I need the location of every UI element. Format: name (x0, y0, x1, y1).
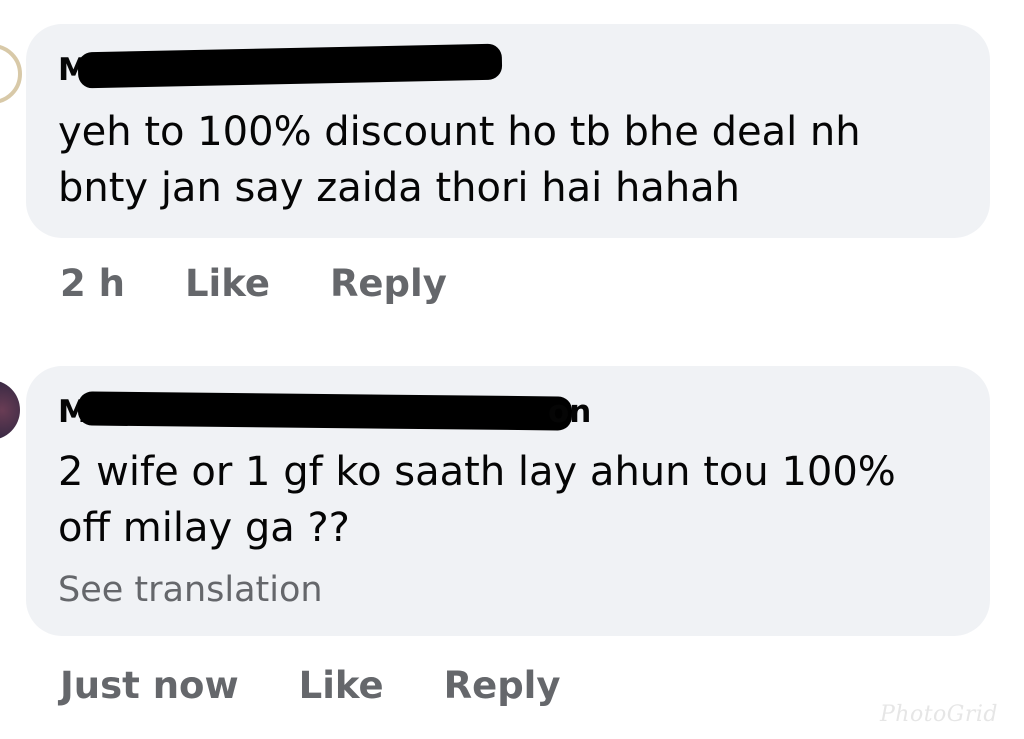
comments-screen: M yeh to 100% discount ho tb bhe deal nh… (0, 0, 1024, 739)
like-button[interactable]: Like (299, 664, 384, 707)
comment-actions: 2 h Like Reply (60, 262, 507, 305)
redaction-mark (77, 43, 503, 89)
comment-timestamp[interactable]: 2 h (60, 262, 125, 305)
comment-text: 2 wife or 1 gf ko saath lay ahun tou 100… (58, 449, 896, 551)
comment-author-tail[interactable]: on (548, 394, 591, 430)
like-button[interactable]: Like (185, 262, 270, 305)
redaction-mark (77, 391, 573, 431)
avatar[interactable] (0, 44, 22, 104)
comment-text: yeh to 100% discount ho tb bhe deal nh b… (58, 109, 861, 211)
comment-actions: Just now Like Reply (60, 664, 620, 707)
see-translation-link[interactable]: See translation (58, 570, 323, 610)
comment-timestamp[interactable]: Just now (60, 664, 239, 707)
reply-button[interactable]: Reply (330, 262, 447, 305)
photogrid-watermark: PhotoGrid (879, 702, 998, 727)
comment-bubble: M yeh to 100% discount ho tb bhe deal nh… (26, 24, 990, 238)
comment-bubble: M on 2 wife or 1 gf ko saath lay ahun to… (26, 366, 990, 636)
reply-button[interactable]: Reply (444, 664, 561, 707)
avatar[interactable] (0, 380, 20, 440)
